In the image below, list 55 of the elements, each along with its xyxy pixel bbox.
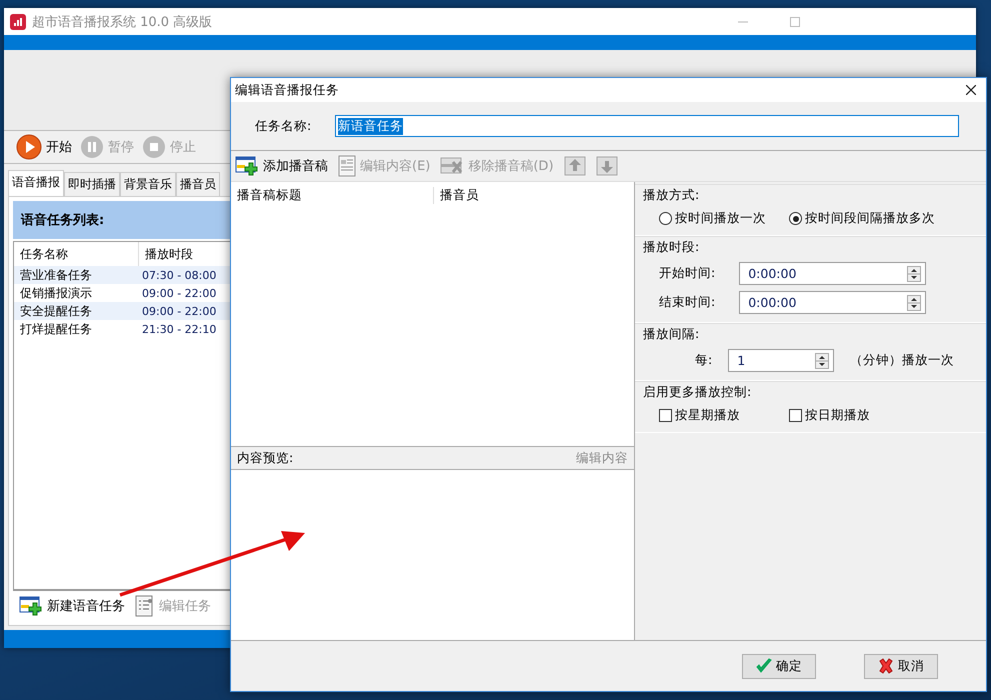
field-label: 任务名称:	[255, 118, 312, 134]
spin-buttons[interactable]	[907, 266, 922, 282]
checkbox-option[interactable]: 按日期播放	[789, 407, 899, 424]
ok-button[interactable]: 确定	[742, 654, 816, 678]
spin-buttons[interactable]	[815, 352, 830, 368]
list-add-icon	[19, 596, 43, 616]
play-icon	[16, 134, 42, 160]
check-icon	[756, 658, 772, 674]
move-down-icon	[596, 156, 618, 176]
spin-field[interactable]: 0:00:00	[739, 291, 926, 314]
column-header[interactable]: 播音员	[434, 186, 630, 204]
radio-option[interactable]: 按时间段间隔播放多次	[789, 210, 949, 227]
close-icon[interactable]	[966, 85, 976, 95]
spin-field[interactable]: 0:00:00	[739, 262, 926, 285]
toolbar-button[interactable]: 开始	[16, 134, 72, 160]
group-title: 播放间隔:	[643, 326, 700, 343]
field-label: 开始时间:	[659, 265, 716, 282]
table-cell-text: 21:30 - 22:10	[141, 322, 218, 338]
document-icon	[135, 595, 155, 617]
document-icon	[338, 155, 356, 177]
toolbar-button[interactable]: 添加播音稿	[235, 156, 328, 176]
tab[interactable]: 即时插播	[64, 172, 120, 196]
radio-option[interactable]: 按时间播放一次	[659, 210, 769, 227]
tab[interactable]: 播音员	[176, 172, 220, 196]
group-title: 启用更多播放控制:	[643, 384, 752, 401]
cancel-button[interactable]: 取消	[864, 654, 938, 678]
stop-icon	[142, 135, 166, 159]
group-title: 播放时段:	[643, 239, 700, 256]
window-title: 超市语音播报系统 10.0 高级版	[32, 14, 214, 30]
tab[interactable]: 语音播报	[8, 170, 64, 196]
move-up-icon	[564, 156, 586, 176]
list-remove-icon	[440, 156, 464, 176]
spin-buttons[interactable]	[907, 294, 922, 310]
table-cell-text: 促销播报演示	[19, 284, 93, 302]
column-header[interactable]: 播音稿标题	[231, 186, 434, 204]
cross-icon	[878, 658, 894, 674]
list-add-icon	[235, 156, 259, 176]
field-label: 每:	[695, 352, 712, 369]
table-cell-text: 09:00 - 22:00	[141, 286, 218, 302]
table-cell: 营业准备任务	[14, 266, 138, 284]
dialog-title: 编辑语音播报任务	[235, 82, 340, 98]
group-title: 播放方式:	[643, 187, 700, 204]
field-label: 结束时间:	[659, 294, 716, 311]
pause-icon	[80, 135, 104, 159]
checkbox-option[interactable]: 按星期播放	[659, 407, 769, 424]
app-logo-icon	[10, 14, 26, 30]
spin-field[interactable]: 1	[728, 349, 834, 372]
tab[interactable]: 背景音乐	[120, 172, 176, 196]
table-cell-text: 打烊提醒任务	[19, 320, 93, 338]
toolbar-button[interactable]: 新建语音任务	[19, 596, 125, 616]
table-cell: 安全提醒任务	[14, 302, 138, 320]
input-field[interactable]: 新语音任务	[335, 115, 960, 137]
column-header[interactable]: 任务名称	[14, 242, 138, 266]
unit-label: （分钟）播放一次	[850, 352, 954, 369]
preview-label: 内容预览:	[237, 450, 294, 466]
